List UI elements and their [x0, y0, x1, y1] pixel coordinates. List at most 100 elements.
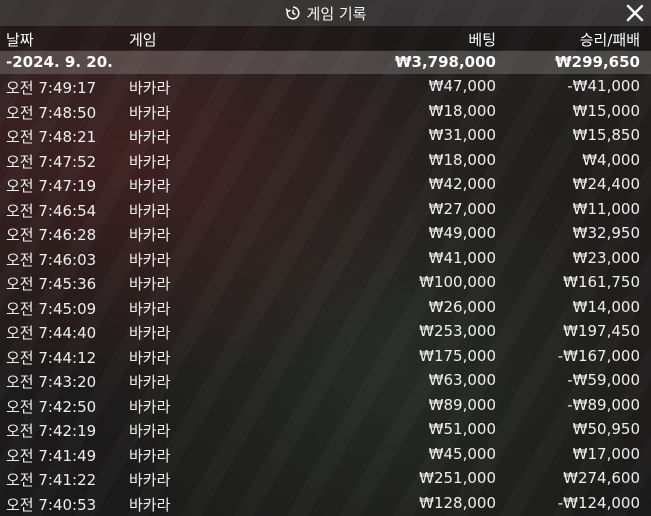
row-time: 오전 7:42:50: [6, 397, 97, 416]
table-row[interactable]: 오전 7:40:53 바카라 ₩128,000 -₩124,000: [0, 491, 651, 516]
table-row[interactable]: 오전 7:46:03 바카라 ₩41,000 ₩23,000: [0, 246, 651, 271]
row-bet: ₩49,000: [428, 224, 496, 242]
row-time: 오전 7:46:03: [6, 250, 97, 269]
row-bet: ₩42,000: [428, 175, 496, 193]
row-game: 바카라: [129, 422, 171, 440]
table-row[interactable]: 오전 7:45:36 바카라 ₩100,000 ₩161,750: [0, 270, 651, 295]
row-time: 오전 7:46:54: [6, 201, 97, 220]
table-row[interactable]: 오전 7:45:09 바카라 ₩26,000 ₩14,000: [0, 295, 651, 320]
row-game: 바카라: [129, 250, 171, 269]
row-winloss: ₩274,600: [563, 469, 640, 487]
row-time: 오전 7:44:12: [6, 348, 97, 367]
row-time: 오전 7:48:21: [6, 128, 97, 146]
table-row[interactable]: 오전 7:44:40 바카라 ₩253,000 ₩197,450: [0, 319, 651, 344]
row-winloss: ₩50,950: [572, 420, 640, 438]
row-bet: ₩100,000: [419, 273, 496, 291]
row-winloss: ₩14,000: [572, 297, 640, 316]
table-row[interactable]: 오전 7:48:50 바카라 ₩18,000 ₩15,000: [0, 99, 651, 124]
row-game: 바카라: [129, 275, 171, 293]
row-time: 오전 7:45:36: [6, 275, 97, 293]
row-winloss: ₩11,000: [572, 199, 640, 218]
row-winloss: ₩15,000: [572, 101, 640, 120]
window-title: 게임 기록: [306, 4, 367, 23]
row-bet: ₩175,000: [419, 346, 496, 365]
title-bar: 게임 기록: [0, 0, 651, 26]
row-bet: ₩51,000: [428, 420, 496, 438]
row-time: 오전 7:43:20: [6, 373, 97, 391]
row-time: 오전 7:49:17: [6, 79, 97, 97]
row-bet: ₩26,000: [428, 297, 496, 316]
row-game: 바카라: [129, 226, 171, 244]
row-winloss: ₩15,850: [572, 126, 640, 144]
table-row[interactable]: 오전 7:46:28 바카라 ₩49,000 ₩32,950: [0, 221, 651, 246]
row-time: 오전 7:47:19: [6, 177, 97, 195]
close-icon[interactable]: [623, 1, 647, 25]
row-game: 바카라: [129, 201, 171, 220]
table-row[interactable]: 오전 7:43:20 바카라 ₩63,000 -₩59,000: [0, 368, 651, 393]
row-game: 바카라: [129, 471, 171, 489]
row-bet: ₩41,000: [428, 248, 496, 267]
row-time: 오전 7:42:19: [6, 422, 97, 440]
row-game: 바카라: [129, 324, 171, 342]
header-date[interactable]: 날짜: [6, 29, 34, 50]
table-row[interactable]: 오전 7:41:22 바카라 ₩251,000 ₩274,600: [0, 466, 651, 491]
row-bet: ₩31,000: [428, 126, 496, 144]
summary-bet: ₩3,798,000: [394, 53, 496, 71]
row-bet: ₩89,000: [428, 395, 496, 414]
row-bet: ₩251,000: [419, 469, 496, 487]
date-summary-row[interactable]: -2024. 9. 20. ₩3,798,000 ₩299,650: [0, 51, 651, 74]
row-time: 오전 7:40:53: [6, 495, 97, 514]
table-row[interactable]: 오전 7:46:54 바카라 ₩27,000 ₩11,000: [0, 197, 651, 222]
row-winloss: ₩24,400: [572, 175, 640, 193]
row-time: 오전 7:41:22: [6, 471, 97, 489]
row-time: 오전 7:48:50: [6, 103, 97, 122]
row-game: 바카라: [129, 299, 171, 318]
row-bet: ₩18,000: [428, 101, 496, 120]
title-group: 게임 기록: [284, 3, 367, 24]
table-row[interactable]: 오전 7:49:17 바카라 ₩47,000 -₩41,000: [0, 74, 651, 99]
row-bet: ₩63,000: [428, 371, 496, 389]
row-time: 오전 7:47:52: [6, 152, 97, 171]
table-row[interactable]: 오전 7:48:21 바카라 ₩31,000 ₩15,850: [0, 123, 651, 148]
summary-winloss: ₩299,650: [555, 53, 640, 71]
row-time: 오전 7:41:49: [6, 446, 97, 465]
row-bet: ₩47,000: [428, 77, 496, 95]
row-winloss: ₩23,000: [572, 248, 640, 267]
table-row[interactable]: 오전 7:41:49 바카라 ₩45,000 ₩17,000: [0, 442, 651, 467]
row-time: 오전 7:46:28: [6, 226, 97, 244]
table-header: 날짜 게임 베팅 승리/패배: [0, 26, 651, 50]
header-winloss[interactable]: 승리/패배: [580, 29, 640, 50]
row-time: 오전 7:44:40: [6, 324, 97, 342]
row-game: 바카라: [129, 373, 171, 391]
history-icon: [284, 6, 300, 20]
row-game: 바카라: [129, 348, 171, 367]
history-list: 오전 7:49:17 바카라 ₩47,000 -₩41,000 오전 7:48:50 바카…: [0, 74, 651, 515]
row-winloss: ₩161,750: [563, 273, 640, 291]
table-row[interactable]: 오전 7:42:50 바카라 ₩89,000 -₩89,000: [0, 393, 651, 418]
row-game: 바카라: [129, 152, 171, 171]
table-row[interactable]: 오전 7:42:19 바카라 ₩51,000 ₩50,950: [0, 417, 651, 442]
header-game[interactable]: 게임: [129, 29, 157, 50]
row-bet: ₩45,000: [428, 444, 496, 463]
row-game: 바카라: [129, 397, 171, 416]
row-bet: ₩253,000: [419, 322, 496, 340]
row-game: 바카라: [129, 79, 171, 97]
row-game: 바카라: [129, 103, 171, 122]
table-row[interactable]: 오전 7:47:52 바카라 ₩18,000 ₩4,000: [0, 148, 651, 173]
table-row[interactable]: 오전 7:44:12 바카라 ₩175,000 -₩167,000: [0, 344, 651, 369]
row-winloss: -₩89,000: [567, 395, 640, 414]
header-bet[interactable]: 베팅: [468, 29, 496, 50]
row-bet: ₩27,000: [428, 199, 496, 218]
row-game: 바카라: [129, 495, 171, 514]
row-bet: ₩128,000: [419, 493, 496, 512]
row-winloss: ₩17,000: [572, 444, 640, 463]
row-game: 바카라: [129, 177, 171, 195]
row-winloss: -₩124,000: [557, 493, 640, 512]
table-row[interactable]: 오전 7:47:19 바카라 ₩42,000 ₩24,400: [0, 172, 651, 197]
row-game: 바카라: [129, 128, 171, 146]
row-winloss: ₩4,000: [582, 150, 640, 169]
row-winloss: -₩167,000: [557, 346, 640, 365]
row-winloss: ₩32,950: [572, 224, 640, 242]
row-winloss: -₩41,000: [567, 77, 640, 95]
row-winloss: ₩197,450: [563, 322, 640, 340]
